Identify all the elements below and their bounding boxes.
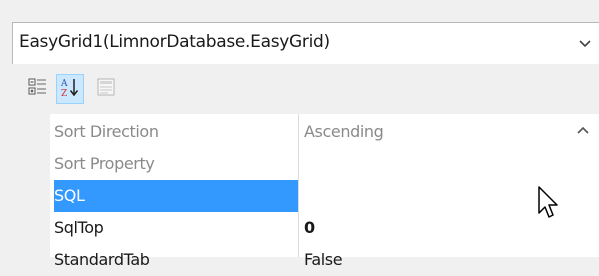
property-value[interactable] <box>302 180 567 212</box>
property-value[interactable]: Ascending <box>302 116 567 148</box>
property-row-sort-direction[interactable]: Sort Direction Ascending <box>50 116 567 148</box>
property-name: Sort Property <box>54 154 155 173</box>
mouse-pointer-icon <box>537 186 561 222</box>
property-pages-icon <box>95 76 117 102</box>
property-name: SQL <box>54 180 298 212</box>
property-name: StandardTab <box>54 250 150 269</box>
object-selector-value: EasyGrid1(LimnorDatabase.EasyGrid) <box>19 32 330 52</box>
chevron-down-icon[interactable] <box>577 36 593 52</box>
property-row-sql[interactable]: SQL ... <box>50 180 592 212</box>
scroll-up-arrow-icon[interactable] <box>575 122 591 138</box>
property-grid: Sort Direction Ascending Sort Property S… <box>12 114 599 269</box>
property-row-standardtab[interactable]: StandardTab False <box>50 244 567 276</box>
property-toolbar: A Z <box>12 64 599 114</box>
property-value[interactable]: False <box>302 244 567 276</box>
property-row-sqltop[interactable]: SqlTop 0 <box>50 212 567 244</box>
property-value[interactable] <box>302 148 567 180</box>
vertical-scrollbar[interactable] <box>567 114 599 257</box>
categorized-icon <box>27 76 49 102</box>
sort-alphabetical-icon: A Z <box>59 76 81 102</box>
svg-text:Z: Z <box>61 89 67 98</box>
column-divider[interactable] <box>298 114 299 257</box>
categorized-button[interactable] <box>24 74 52 104</box>
property-grid-gutter <box>12 114 50 257</box>
property-window: EasyGrid1(LimnorDatabase.EasyGrid) A Z S… <box>0 0 599 269</box>
sort-alphabetical-button[interactable]: A Z <box>56 74 84 104</box>
property-name: SqlTop <box>54 218 104 237</box>
svg-text:A: A <box>60 79 68 89</box>
property-name: Sort Direction <box>54 122 159 141</box>
property-value[interactable]: 0 <box>302 212 567 244</box>
object-selector-combobox[interactable]: EasyGrid1(LimnorDatabase.EasyGrid) <box>12 22 599 64</box>
property-pages-button[interactable] <box>92 74 120 104</box>
property-row-sort-property[interactable]: Sort Property <box>50 148 567 180</box>
